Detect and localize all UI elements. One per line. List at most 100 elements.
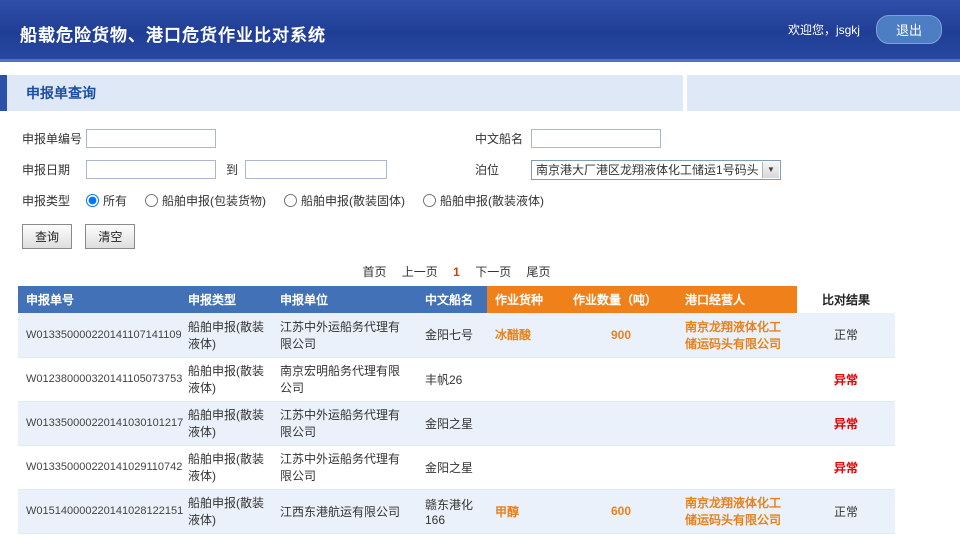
cell-cargo	[487, 445, 565, 489]
header-user-area: 欢迎您，jsgkj 退出	[788, 15, 942, 44]
table-row: W015140000220141028122151 船舶申报(散装液体) 江西东…	[18, 489, 895, 533]
header-result: 比对结果	[797, 286, 895, 313]
cell-result: 异常	[797, 445, 895, 489]
radio-bulk-solid-input[interactable]	[284, 194, 297, 207]
cell-ship-name: 丰帆26	[417, 357, 487, 401]
cell-result: 正常	[797, 313, 895, 357]
section-band: 申报单查询	[0, 75, 960, 111]
cell-declaration-no: W012380000320141105073753	[18, 357, 180, 401]
cell-declare-unit: 南京宏明船务代理有限公司	[272, 357, 417, 401]
berth-group: 泊位 南京港大厂港区龙翔液体化工储运1号码头 ▼	[475, 160, 781, 180]
cell-qty	[565, 357, 677, 401]
results-table: 申报单号 申报类型 申报单位 中文船名 作业货种 作业数量（吨） 港口经营人 比…	[18, 286, 895, 534]
cell-qty	[565, 401, 677, 445]
cell-ship-name: 赣东港化166	[417, 489, 487, 533]
app-title: 船载危险货物、港口危货作业比对系统	[20, 21, 326, 46]
table-row: W012380000320141105073753 船舶申报(散装液体) 南京宏…	[18, 357, 895, 401]
radio-bulk-liquid-label: 船舶申报(散装液体)	[440, 192, 544, 209]
cell-declare-type: 船舶申报(散装液体)	[180, 489, 272, 533]
cell-declare-unit: 江西东港航运有限公司	[272, 489, 417, 533]
header-ship-name: 中文船名	[417, 286, 487, 313]
radio-bulk-liquid[interactable]: 船舶申报(散装液体)	[423, 192, 544, 209]
cell-declare-type: 船舶申报(散装液体)	[180, 445, 272, 489]
berth-label: 泊位	[475, 161, 531, 178]
header-cargo: 作业货种	[487, 286, 565, 313]
header-declaration-no: 申报单号	[18, 286, 180, 313]
page-last[interactable]: 尾页	[527, 265, 551, 279]
page-first[interactable]: 首页	[362, 265, 386, 279]
cell-declaration-no: W015140000220141028122151	[18, 489, 180, 533]
radio-all-label: 所有	[103, 192, 127, 209]
table-header-row: 申报单号 申报类型 申报单位 中文船名 作业货种 作业数量（吨） 港口经营人 比…	[18, 286, 895, 313]
table-row: W013350000220141029110742 船舶申报(散装液体) 江苏中…	[18, 445, 895, 489]
form-row-1: 申报单编号 中文船名	[0, 123, 960, 154]
declaration-no-label: 申报单编号	[22, 130, 86, 147]
radio-bulk-solid[interactable]: 船舶申报(散装固体)	[284, 192, 405, 209]
radio-bulk-liquid-input[interactable]	[423, 194, 436, 207]
radio-all[interactable]: 所有	[86, 192, 127, 209]
clear-button[interactable]: 清空	[85, 224, 135, 249]
cell-qty	[565, 445, 677, 489]
query-form: 申报单编号 中文船名 申报日期 到 泊位 南京港大厂港区龙翔液体化工储运1号码头…	[0, 111, 960, 253]
cell-declare-type: 船舶申报(散装液体)	[180, 401, 272, 445]
cell-ship-name: 金阳之星	[417, 401, 487, 445]
declare-date-label: 申报日期	[22, 161, 86, 178]
cell-qty: 900	[565, 313, 677, 357]
pagination: 首页 上一页 1 下一页 尾页	[18, 263, 895, 280]
table-row: W013350000220141030101217 船舶申报(散装液体) 江苏中…	[18, 401, 895, 445]
cell-declare-unit: 江苏中外运船务代理有限公司	[272, 401, 417, 445]
page-title: 申报单查询	[26, 83, 96, 103]
band-divider	[683, 75, 687, 111]
declaration-no-input[interactable]	[86, 129, 216, 148]
cell-declare-type: 船舶申报(散装液体)	[180, 357, 272, 401]
date-to-label: 到	[226, 161, 238, 178]
cell-declaration-no: W013350000220141030101217	[18, 401, 180, 445]
chevron-down-icon: ▼	[762, 162, 779, 178]
cell-ship-name: 金阳之星	[417, 445, 487, 489]
cell-operator	[677, 401, 797, 445]
cell-result: 异常	[797, 357, 895, 401]
ship-name-group: 中文船名	[475, 129, 661, 148]
page-next[interactable]: 下一页	[475, 265, 511, 279]
band-accent-block	[0, 75, 7, 111]
ship-name-input[interactable]	[531, 129, 661, 148]
page-prev[interactable]: 上一页	[402, 265, 438, 279]
cell-declare-unit: 江苏中外运船务代理有限公司	[272, 445, 417, 489]
cell-result: 正常	[797, 489, 895, 533]
cell-ship-name: 金阳七号	[417, 313, 487, 357]
cell-result: 异常	[797, 401, 895, 445]
cell-cargo	[487, 401, 565, 445]
header-declare-type: 申报类型	[180, 286, 272, 313]
header-operator: 港口经营人	[677, 286, 797, 313]
cell-cargo	[487, 357, 565, 401]
cell-operator: 南京龙翔液体化工储运码头有限公司	[677, 313, 797, 357]
form-row-2: 申报日期 到 泊位 南京港大厂港区龙翔液体化工储运1号码头 ▼	[0, 154, 960, 185]
cell-cargo: 冰醋酸	[487, 313, 565, 357]
berth-selected-value: 南京港大厂港区龙翔液体化工储运1号码头	[532, 161, 760, 178]
radio-packaged[interactable]: 船舶申报(包装货物)	[145, 192, 266, 209]
page-current: 1	[453, 265, 460, 279]
form-buttons: 查询 清空	[0, 216, 960, 253]
header-qty: 作业数量（吨）	[565, 286, 677, 313]
logout-button[interactable]: 退出	[876, 15, 942, 44]
date-to-input[interactable]	[245, 160, 387, 179]
form-row-3: 申报类型 所有 船舶申报(包装货物) 船舶申报(散装固体) 船舶申报(散装液体)	[0, 185, 960, 216]
ship-name-label: 中文船名	[475, 130, 531, 147]
welcome-text: 欢迎您，jsgkj	[788, 21, 860, 38]
cell-qty: 600	[565, 489, 677, 533]
query-button[interactable]: 查询	[22, 224, 72, 249]
cell-operator: 南京龙翔液体化工储运码头有限公司	[677, 489, 797, 533]
declare-type-label: 申报类型	[22, 192, 86, 209]
cell-operator	[677, 357, 797, 401]
cell-declaration-no: W013350000220141107141109	[18, 313, 180, 357]
date-from-input[interactable]	[86, 160, 216, 179]
table-row: W013350000220141107141109 船舶申报(散装液体) 江苏中…	[18, 313, 895, 357]
app-header: 船载危险货物、港口危货作业比对系统 欢迎您，jsgkj 退出	[0, 0, 960, 62]
radio-packaged-input[interactable]	[145, 194, 158, 207]
radio-all-input[interactable]	[86, 194, 99, 207]
cell-declare-unit: 江苏中外运船务代理有限公司	[272, 313, 417, 357]
cell-operator	[677, 445, 797, 489]
cell-declare-type: 船舶申报(散装液体)	[180, 313, 272, 357]
header-declare-unit: 申报单位	[272, 286, 417, 313]
berth-select[interactable]: 南京港大厂港区龙翔液体化工储运1号码头 ▼	[531, 160, 781, 180]
